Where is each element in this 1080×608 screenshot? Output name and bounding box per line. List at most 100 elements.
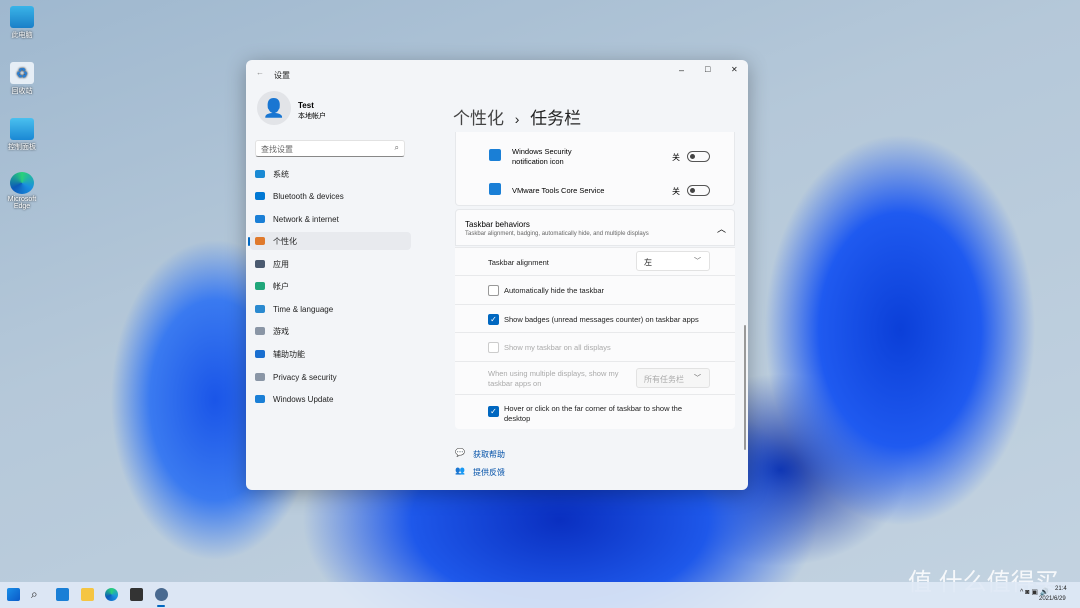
multi-display-dropdown[interactable]: 所有任务栏 ﹀ [636, 368, 710, 388]
search-input[interactable]: 查找设置 ⌕ [255, 140, 405, 157]
alignment-value: 左 [644, 258, 652, 267]
all-displays-checkbox[interactable] [488, 342, 499, 353]
section-title: Taskbar behaviors [465, 220, 530, 229]
profile-name: Test [298, 101, 314, 110]
desktop-icon-recycle-bin[interactable]: ♻ 回收站 [4, 62, 40, 96]
far-corner-checkbox[interactable]: ✓ [488, 406, 499, 417]
auto-hide-row: Automatically hide the taskbar [455, 275, 735, 304]
clock-time[interactable]: 21:4 [1055, 586, 1067, 592]
alignment-label: Taskbar alignment [488, 258, 549, 267]
chevron-down-icon: ﹀ [694, 258, 701, 265]
sidebar-item-label: 应用 [273, 259, 289, 269]
chevron-up-icon[interactable]: ︿ [717, 222, 726, 235]
badges-row: ✓ Show badges (unread messages counter) … [455, 304, 735, 332]
settings-window: ← 设置 – □ ✕ 👤 Test 本地帐户 查找设置 ⌕ 系统 Bluetoot… [246, 60, 748, 490]
toggle-state: 关 [672, 187, 680, 196]
search-placeholder: 查找设置 [261, 145, 293, 154]
sidebar-item-label: Privacy & security [273, 372, 337, 382]
sidebar-item[interactable]: Privacy & security [250, 368, 411, 386]
help-icon: 💬 [455, 448, 465, 457]
get-help-link[interactable]: 获取帮助 [473, 449, 505, 460]
monitor-icon [10, 6, 34, 28]
sidebar-item-icon [255, 215, 265, 223]
chevron-down-icon: ﹀ [694, 375, 701, 382]
sidebar-item-label: Network & internet [273, 214, 339, 224]
section-subtitle: Taskbar alignment, badging, automaticall… [465, 231, 649, 237]
maximize-button[interactable]: □ [705, 64, 710, 74]
sidebar-item-label: 系统 [273, 169, 289, 179]
desktop-icon-this-pc[interactable]: 此电脑 [4, 6, 40, 40]
windows-security-icon [489, 149, 501, 161]
multi-display-label: When using multiple displays, show my tas… [488, 369, 619, 388]
sidebar-item[interactable]: 游戏 [250, 322, 411, 340]
sidebar-item-label: 游戏 [273, 326, 289, 336]
edge-icon [10, 172, 34, 194]
sidebar-item-icon [255, 260, 265, 268]
sidebar-item-icon [255, 192, 265, 200]
sidebar-item[interactable]: Bluetooth & devices [250, 187, 411, 205]
sidebar-item-label: Time & language [273, 304, 334, 314]
sidebar-item-icon [255, 237, 265, 245]
active-indicator [157, 605, 165, 607]
sidebar-item[interactable]: Network & internet [250, 210, 411, 228]
sidebar-item[interactable]: 系统 [250, 165, 411, 183]
avatar[interactable]: 👤 [257, 91, 291, 125]
toggle-state: 关 [672, 153, 680, 162]
desktop-icon-label: Microsoft Edge [7, 196, 37, 210]
tray-icons[interactable]: ^ ◙ ▣ 🔊 [1020, 588, 1049, 596]
badges-checkbox[interactable]: ✓ [488, 314, 499, 325]
title-bar: ← 设置 – □ ✕ [246, 60, 748, 88]
store-icon[interactable] [130, 588, 143, 601]
all-displays-label: Show my taskbar on all displays [504, 343, 611, 352]
back-arrow-icon[interactable]: ← [256, 68, 264, 77]
sidebar-item-icon [255, 282, 265, 290]
taskbar: ⌕ ^ ◙ ▣ 🔊 21:4 2021/6/29 [0, 582, 1080, 608]
sidebar-item-label: 个性化 [273, 236, 297, 246]
all-displays-row: Show my taskbar on all displays [455, 332, 735, 361]
feedback-icon: 👥 [455, 466, 465, 475]
tray-item-label: Windows Security notification icon [512, 147, 572, 166]
edge-icon[interactable] [105, 588, 118, 601]
minimize-button[interactable]: – [679, 65, 684, 75]
settings-icon[interactable] [155, 588, 168, 601]
breadcrumb-parent[interactable]: 个性化 [453, 109, 504, 128]
sidebar-item-icon [255, 350, 265, 358]
alignment-dropdown[interactable]: 左 ﹀ [636, 251, 710, 271]
search-icon[interactable]: ⌕ [31, 588, 44, 601]
sidebar-item[interactable]: 帐户 [250, 277, 411, 295]
start-icon[interactable] [7, 588, 20, 601]
search-icon: ⌕ [394, 143, 399, 152]
feedback-link[interactable]: 提供反馈 [473, 467, 505, 478]
desktop-icon-edge[interactable]: Microsoft Edge [4, 172, 40, 210]
sidebar-item[interactable]: Windows Update [250, 390, 411, 408]
scrollbar[interactable] [744, 325, 746, 450]
windows-security-toggle[interactable] [687, 151, 710, 162]
vmware-tools-toggle[interactable] [687, 185, 710, 196]
sidebar-item-label: 帐户 [273, 281, 289, 291]
recycle-bin-icon: ♻ [10, 62, 34, 84]
file-explorer-icon[interactable] [81, 588, 94, 601]
sidebar-item-icon [255, 327, 265, 335]
breadcrumb-current: 任务栏 [530, 109, 582, 128]
taskbar-behaviors-header[interactable]: Taskbar behaviors Taskbar alignment, bad… [455, 209, 735, 246]
sidebar-item[interactable]: 个性化 [248, 232, 411, 250]
tray-icons-card: Windows Security notification icon 关 VMwa… [455, 132, 735, 206]
clock-date[interactable]: 2021/6/29 [1039, 596, 1066, 602]
auto-hide-checkbox[interactable] [488, 285, 499, 296]
control-panel-icon [10, 118, 34, 140]
sidebar-item-icon [255, 170, 265, 178]
task-view-icon[interactable] [56, 588, 69, 601]
sidebar-item-label: Windows Update [273, 394, 334, 404]
sidebar-item-label: 辅助功能 [273, 349, 305, 359]
sidebar-item[interactable]: 应用 [250, 255, 411, 273]
desktop-icon-control-panel[interactable]: 控制面板 [4, 118, 40, 152]
desktop-icon-label: 此电脑 [11, 32, 33, 39]
sidebar-item-icon [255, 395, 265, 403]
sidebar-item[interactable]: Time & language [250, 300, 411, 318]
breadcrumb: 个性化 › 任务栏 [453, 104, 581, 129]
sidebar-item[interactable]: 辅助功能 [250, 345, 411, 363]
vmware-tools-icon [489, 183, 501, 195]
window-title: 设置 [274, 71, 290, 80]
profile-type: 本地帐户 [298, 113, 326, 120]
close-button[interactable]: ✕ [731, 65, 738, 74]
